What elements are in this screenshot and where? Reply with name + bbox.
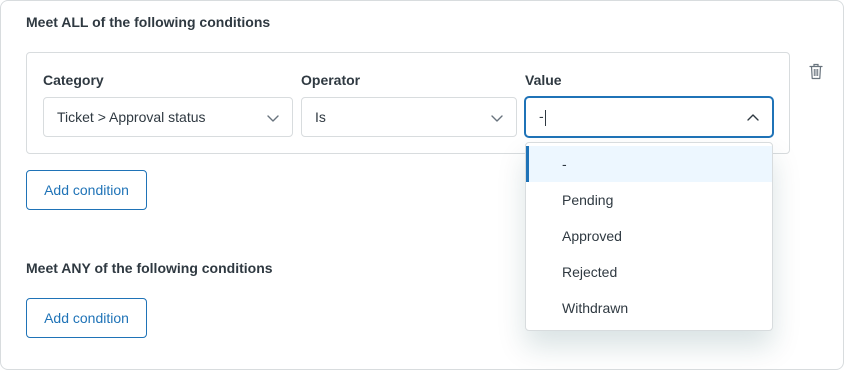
operator-select-value: Is <box>315 109 326 125</box>
category-select[interactable]: Ticket > Approval status <box>43 97 293 137</box>
trash-icon[interactable] <box>809 63 823 80</box>
all-conditions-title: Meet ALL of the following conditions <box>26 14 271 30</box>
operator-select[interactable]: Is <box>301 97 517 137</box>
conditions-panel: Meet ALL of the following conditions Cat… <box>0 0 844 370</box>
add-any-condition-button[interactable]: Add condition <box>26 298 147 338</box>
dropdown-option[interactable]: Pending <box>526 182 772 218</box>
dropdown-option[interactable]: - <box>526 146 772 182</box>
operator-label: Operator <box>301 72 361 88</box>
category-select-value: Ticket > Approval status <box>57 109 206 125</box>
text-caret <box>544 109 546 126</box>
chevron-down-icon <box>267 115 279 122</box>
value-label: Value <box>525 72 562 88</box>
category-label: Category <box>43 72 104 88</box>
value-select-input[interactable]: - <box>539 108 546 126</box>
chevron-up-icon <box>747 114 759 121</box>
value-dropdown-menu: - Pending Approved Rejected Withdrawn <box>525 142 773 331</box>
dropdown-option[interactable]: Approved <box>526 218 772 254</box>
value-select[interactable]: - <box>525 97 773 137</box>
dropdown-option[interactable]: Rejected <box>526 254 772 290</box>
dropdown-option[interactable]: Withdrawn <box>526 290 772 326</box>
chevron-down-icon <box>491 115 503 122</box>
add-all-condition-button[interactable]: Add condition <box>26 170 147 210</box>
any-conditions-title: Meet ANY of the following conditions <box>26 260 273 276</box>
condition-row: Category Operator Value Ticket > Approva… <box>26 52 790 154</box>
